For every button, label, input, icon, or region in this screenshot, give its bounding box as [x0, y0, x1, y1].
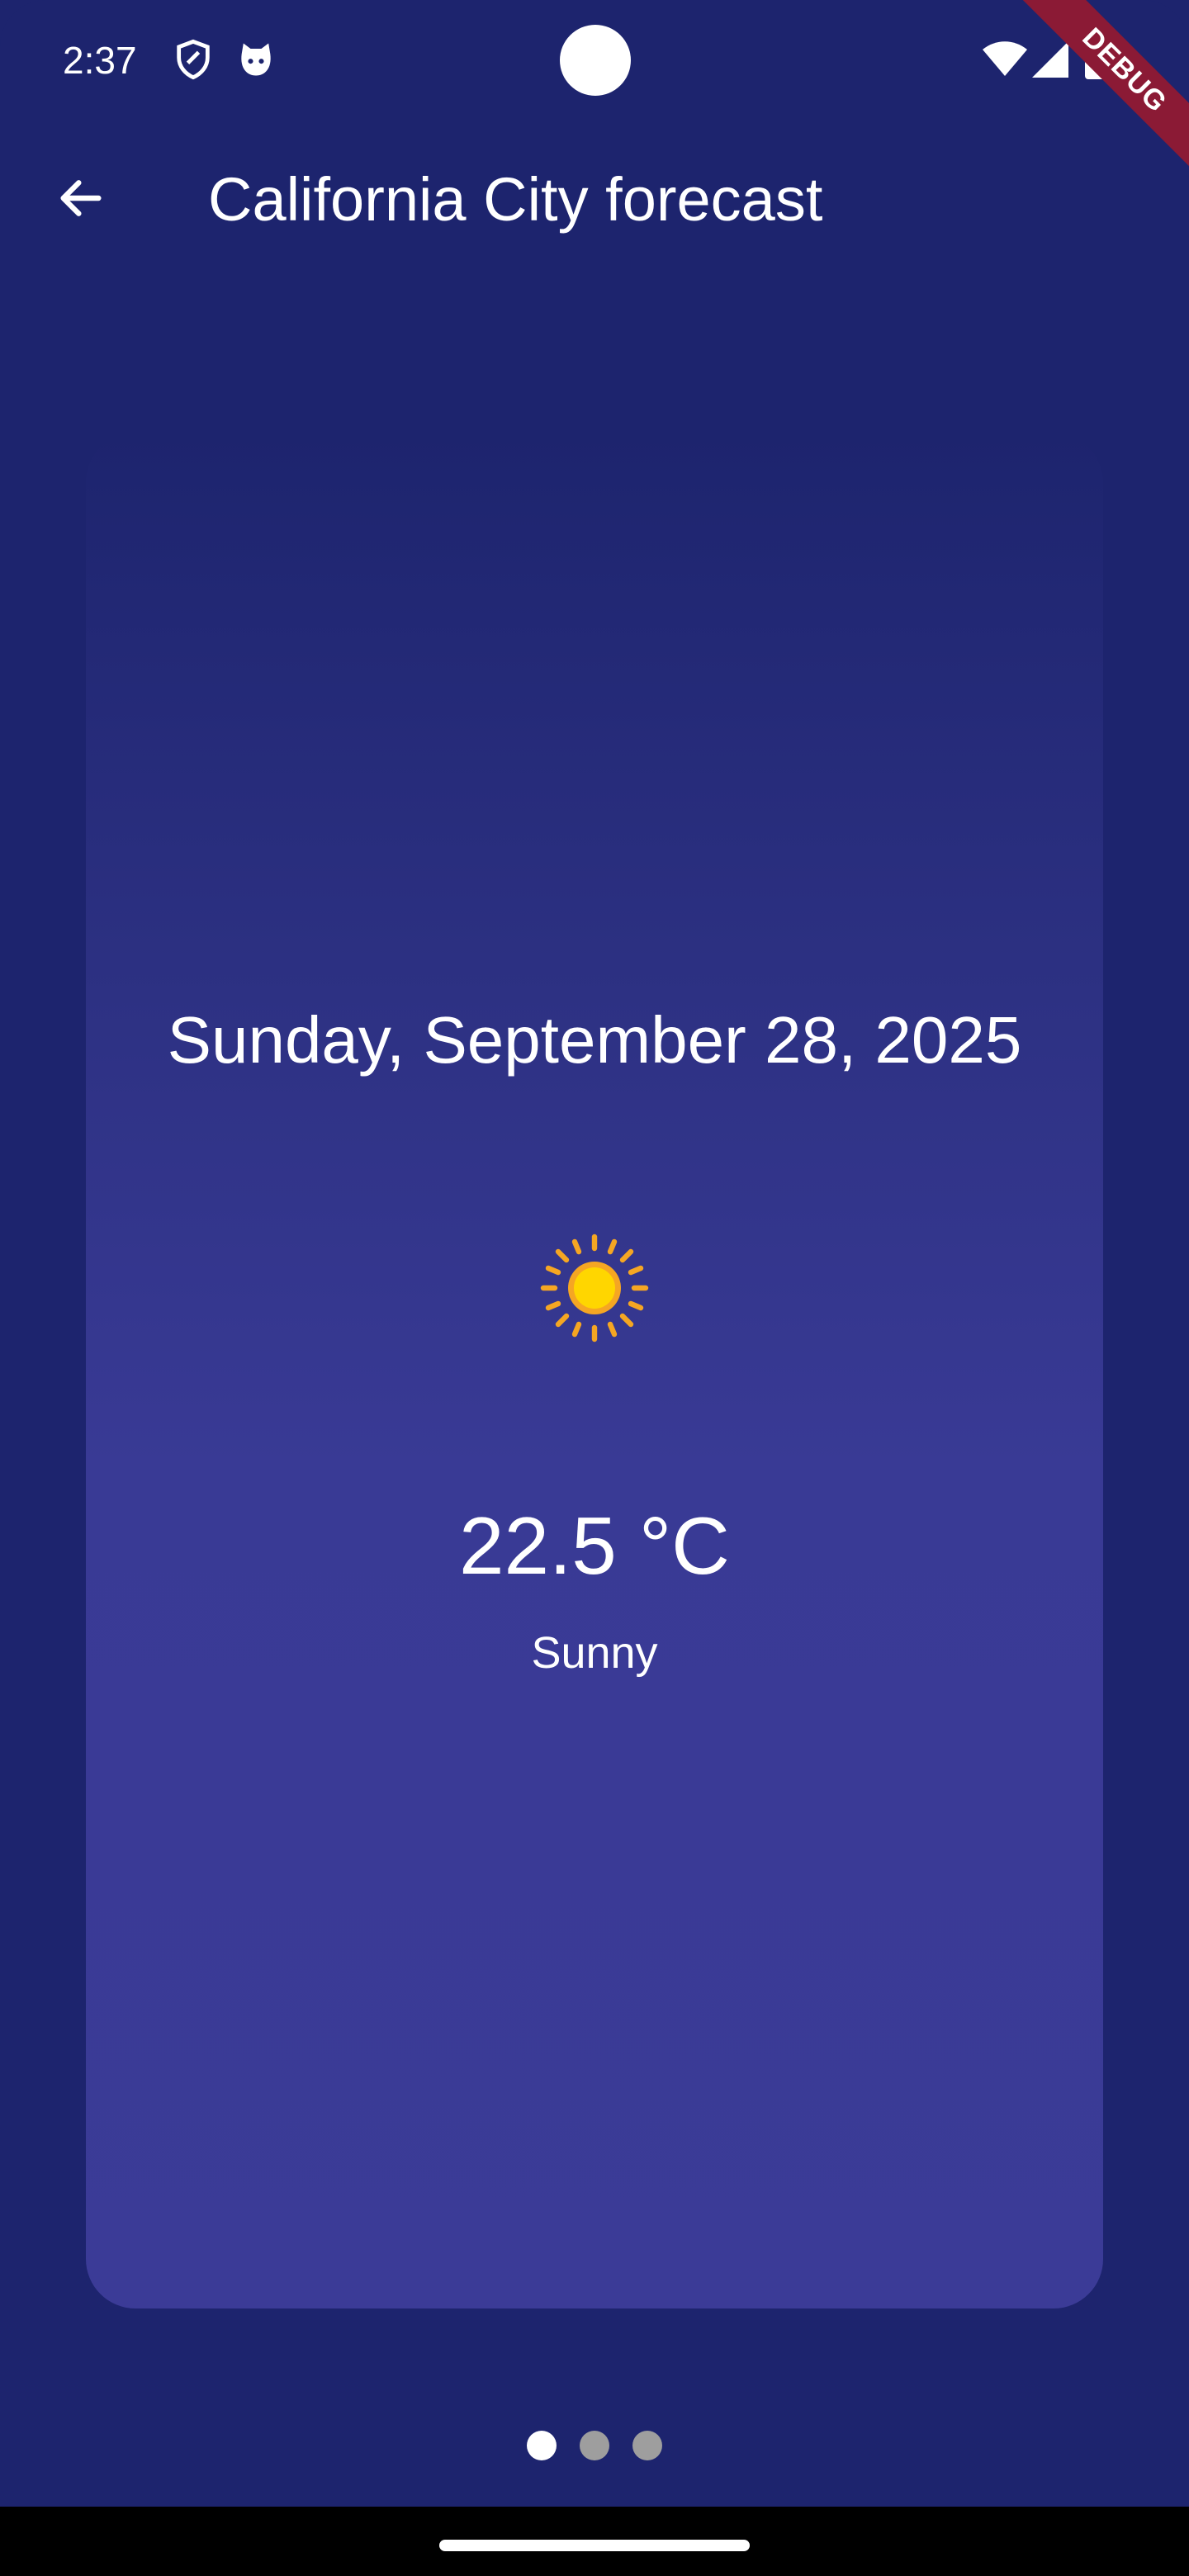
back-button[interactable] [43, 162, 119, 238]
home-indicator[interactable] [439, 2540, 750, 2551]
wifi-icon [983, 41, 1027, 78]
shield-icon [172, 38, 215, 81]
status-time: 2:37 [63, 39, 137, 82]
page-title: California City forecast [208, 165, 823, 234]
page-dot-1[interactable] [527, 2431, 557, 2460]
sun-icon [538, 1232, 651, 1344]
forecast-card[interactable]: Sunday, September 28, 2025 22.5 °C Sunny [86, 433, 1103, 2308]
cellular-signal-icon [1032, 41, 1068, 78]
cat-face-icon [234, 38, 277, 81]
temperature-value: 22.5 °C [459, 1500, 730, 1591]
status-bar: 2:37 DEBUG [0, 0, 1189, 174]
page-indicator [0, 2431, 1189, 2460]
forecast-date: Sunday, September 28, 2025 [167, 1003, 1022, 1077]
navigation-bar [0, 2507, 1189, 2576]
arrow-back-icon [54, 172, 107, 229]
app-bar: California City forecast [0, 140, 1189, 259]
page-dot-3[interactable] [632, 2431, 662, 2460]
camera-cutout [560, 25, 631, 96]
app-screen: 2:37 DEBUG California City forecast Sund… [0, 0, 1189, 2576]
page-dot-2[interactable] [580, 2431, 609, 2460]
weather-condition: Sunny [531, 1628, 658, 1678]
